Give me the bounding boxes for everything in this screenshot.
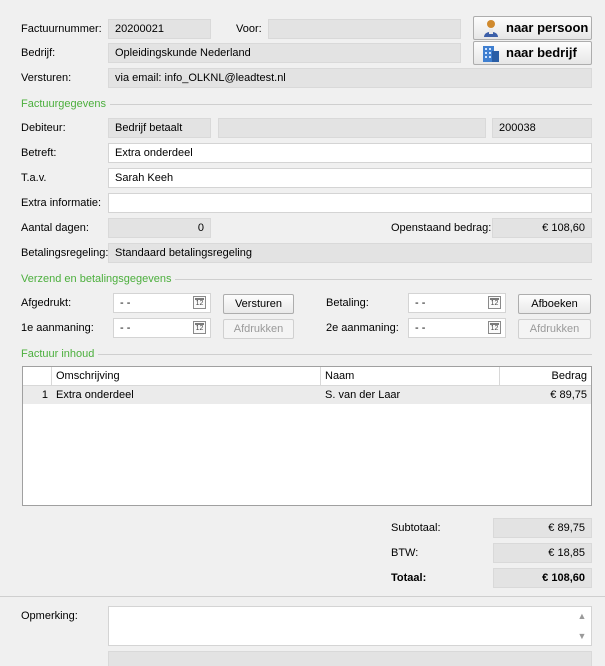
print-reminder1-button[interactable]: Afdrukken xyxy=(223,319,294,339)
printed-label: Afgedrukt: xyxy=(21,297,72,309)
vat-field: € 18,85 xyxy=(493,543,592,563)
debtor-type-field: Bedrijf betaalt xyxy=(108,118,211,138)
to-person-button[interactable]: naar persoon xyxy=(473,16,592,40)
reminder2-date-value: - - xyxy=(415,322,426,334)
payment-plan-label: Betalingsregeling: xyxy=(21,247,109,259)
column-header-description[interactable]: Omschrijving xyxy=(52,367,321,386)
subject-input[interactable]: Extra onderdeel xyxy=(108,143,592,163)
book-button[interactable]: Afboeken xyxy=(518,294,591,314)
calendar-icon[interactable]: 12 xyxy=(488,296,501,309)
table-row-nr[interactable]: 1 xyxy=(23,386,52,404)
payment-date-input[interactable]: - - 12 xyxy=(408,293,506,313)
section-invoice-details-title: Factuurgegevens xyxy=(21,98,110,110)
section-invoice-details: Factuurgegevens xyxy=(21,97,592,111)
printed-date-input[interactable]: - - 12 xyxy=(113,293,211,313)
table-row-name[interactable]: S. van der Laar xyxy=(321,386,500,404)
subtotal-field: € 89,75 xyxy=(493,518,592,538)
subtotal-label: Subtotaal: xyxy=(391,522,441,534)
scroll-up-icon[interactable]: ▲ xyxy=(575,609,589,623)
to-company-button[interactable]: naar bedrijf xyxy=(473,41,592,65)
reminder2-label: 2e aanmaning: xyxy=(326,322,399,334)
section-shipping: Verzend en betalingsgegevens xyxy=(21,272,592,286)
send-label: Versturen: xyxy=(21,72,72,84)
for-field xyxy=(268,19,461,39)
debtor-number-field: 200038 xyxy=(492,118,592,138)
calendar-icon[interactable]: 12 xyxy=(193,321,206,334)
attn-label: T.a.v. xyxy=(21,172,47,184)
debtor-label: Debiteur: xyxy=(21,122,66,134)
vat-label: BTW: xyxy=(391,547,419,559)
printed-date-value: - - xyxy=(120,297,131,309)
outstanding-field: € 108,60 xyxy=(492,218,592,238)
column-header-amount[interactable]: Bedrag xyxy=(500,367,591,386)
invoice-number-label: Factuurnummer: xyxy=(21,23,102,35)
extra-info-label: Extra informatie: xyxy=(21,197,102,209)
table-row-description[interactable]: Extra onderdeel xyxy=(52,386,321,404)
remark-textarea[interactable]: ▲ ▼ xyxy=(108,606,592,646)
reminder1-label: 1e aanmaning: xyxy=(21,322,94,334)
outstanding-label: Openstaand bedrag: xyxy=(391,222,492,234)
company-label: Bedrijf: xyxy=(21,47,56,59)
calendar-icon[interactable]: 12 xyxy=(488,321,501,334)
reminder2-date-input[interactable]: - - 12 xyxy=(408,318,506,338)
calendar-icon[interactable]: 12 xyxy=(193,296,206,309)
column-header-nr[interactable] xyxy=(23,367,52,386)
payment-label: Betaling: xyxy=(326,297,369,309)
remark-label: Opmerking: xyxy=(21,610,78,622)
bottom-field xyxy=(108,651,592,666)
reminder1-date-value: - - xyxy=(120,322,131,334)
company-field: Opleidingskunde Nederland xyxy=(108,43,461,63)
section-shipping-title: Verzend en betalingsgegevens xyxy=(21,273,176,285)
payment-plan-field: Standaard betalingsregeling xyxy=(108,243,592,263)
separator xyxy=(0,596,605,597)
attn-input[interactable]: Sarah Keeh xyxy=(108,168,592,188)
table-row-amount[interactable]: € 89,75 xyxy=(500,386,591,404)
payment-date-value: - - xyxy=(415,297,426,309)
section-contents-title: Factuur inhoud xyxy=(21,348,99,360)
days-label: Aantal dagen: xyxy=(21,222,89,234)
extra-info-input[interactable] xyxy=(108,193,592,213)
invoice-number-field: 20200021 xyxy=(108,19,211,39)
total-field: € 108,60 xyxy=(493,568,592,588)
building-icon xyxy=(483,46,499,62)
send-field: via email: info_OLKNL@leadtest.nl xyxy=(108,68,592,88)
to-company-label: naar bedrijf xyxy=(506,45,577,60)
debtor-name-field xyxy=(218,118,486,138)
send-button[interactable]: Versturen xyxy=(223,294,294,314)
to-person-label: naar persoon xyxy=(506,20,589,35)
subject-label: Betreft: xyxy=(21,147,57,159)
section-contents: Factuur inhoud xyxy=(21,347,592,361)
for-label: Voor: xyxy=(236,23,262,35)
reminder1-date-input[interactable]: - - 12 xyxy=(113,318,211,338)
days-field: 0 xyxy=(108,218,211,238)
total-label: Totaal: xyxy=(391,572,427,584)
print-reminder2-button[interactable]: Afdrukken xyxy=(518,319,591,339)
person-icon xyxy=(484,20,498,37)
scroll-down-icon[interactable]: ▼ xyxy=(575,629,589,643)
invoice-lines-table[interactable]: Omschrijving Naam Bedrag 1 Extra onderde… xyxy=(22,366,592,506)
column-header-name[interactable]: Naam xyxy=(321,367,500,386)
